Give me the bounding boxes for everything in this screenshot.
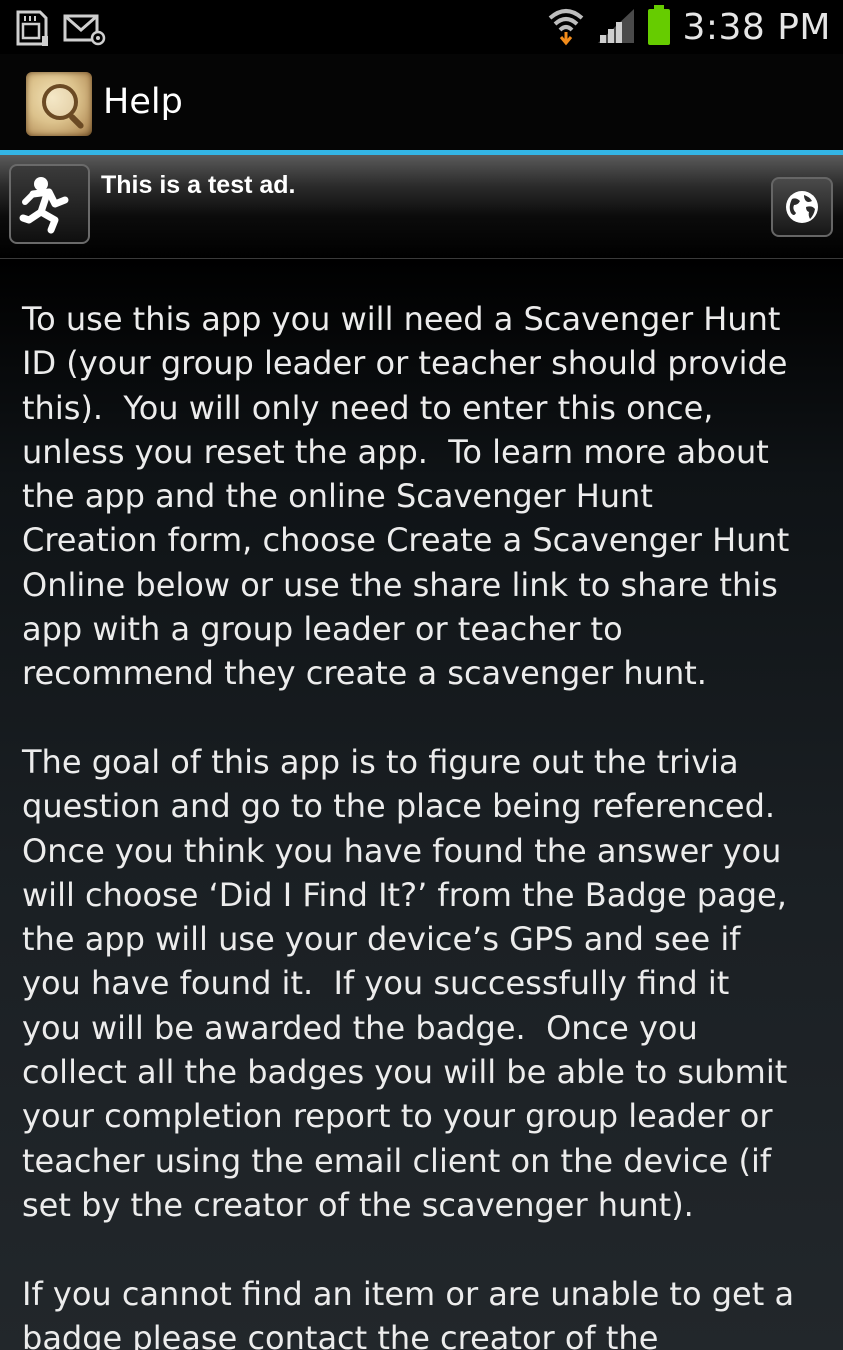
help-screen: 3:38 PM Help This is a test ad. To use t… <box>0 0 843 1350</box>
signal-icon <box>596 5 636 49</box>
help-text: To use this app you will need a Scavenge… <box>22 300 795 1350</box>
email-icon <box>62 8 106 52</box>
magnifier-map-icon[interactable] <box>26 72 92 136</box>
help-content[interactable]: To use this app you will need a Scavenge… <box>0 259 843 1350</box>
status-clock: 3:38 PM <box>682 6 831 48</box>
status-bar: 3:38 PM <box>0 0 843 54</box>
running-man-icon[interactable] <box>9 164 90 244</box>
battery-icon <box>646 4 672 50</box>
globe-icon[interactable] <box>771 177 833 237</box>
wifi-icon <box>546 4 586 50</box>
ad-banner[interactable]: This is a test ad. <box>0 155 843 259</box>
action-bar: Help <box>0 54 843 150</box>
page-title: Help <box>103 82 183 122</box>
sd-card-icon <box>12 8 52 52</box>
ad-text[interactable]: This is a test ad. <box>101 171 296 200</box>
